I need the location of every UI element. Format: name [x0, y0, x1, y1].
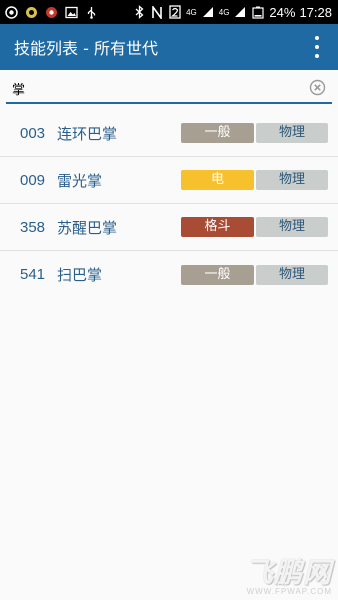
list-item[interactable]: 009 雷光掌 电 物理: [0, 157, 338, 204]
skill-number: 541: [20, 266, 46, 283]
app-icon: [4, 5, 18, 19]
list-item[interactable]: 541 扫巴掌 一般 物理: [0, 251, 338, 298]
status-bar: 4G 4G 24% 17:28: [0, 0, 338, 24]
skill-number: 009: [20, 171, 46, 189]
usb-icon: [84, 5, 98, 19]
battery-icon: [251, 5, 265, 19]
page-title: 技能列表 - 所有世代: [14, 39, 158, 58]
list-item[interactable]: 358 苏醒巴掌 格斗 物理: [0, 204, 338, 251]
system-status: 4G 4G 24% 17:28: [132, 5, 332, 20]
notification-icons: [4, 5, 98, 19]
type-badge: 电: [181, 170, 254, 190]
skill-number: 003: [20, 124, 46, 142]
clock: 17:28: [299, 4, 332, 20]
type-badge: 格斗: [181, 217, 254, 237]
search-underline: [6, 102, 332, 104]
watermark-url: WWW.FPWAP.COM: [246, 587, 332, 596]
nfc-icon: [150, 5, 164, 19]
app-icon: [24, 5, 38, 19]
image-icon: [64, 5, 78, 19]
watermark-logo: 飞鹏网: [244, 556, 332, 589]
skill-name: 扫巴掌: [57, 266, 103, 284]
type-badge: 一般: [181, 123, 254, 143]
skill-name: 雷光掌: [57, 171, 103, 190]
list-item[interactable]: 003 连环巴掌 一般 物理: [0, 110, 338, 157]
skill-name: 连环巴掌: [57, 124, 118, 143]
app-icon: [44, 5, 58, 19]
skill-list: 003 连环巴掌 一般 物理 009 雷光掌 电 物理 358 苏醒巴掌 格斗 …: [0, 110, 338, 298]
sim2-icon: [168, 5, 182, 19]
watermark: 飞鹏网 WWW.FPWAP.COM: [244, 556, 332, 597]
app-bar: 技能列表 - 所有世代: [0, 24, 338, 70]
search-bar: [0, 70, 338, 110]
overflow-menu-icon[interactable]: [308, 34, 326, 60]
category-badge: 物理: [256, 170, 328, 190]
network-type-label: 4G: [218, 7, 230, 17]
clear-icon[interactable]: [309, 79, 326, 96]
battery-percentage: 24%: [269, 4, 296, 20]
category-badge: 物理: [256, 217, 328, 237]
category-badge: 物理: [256, 264, 328, 285]
category-badge: 物理: [256, 123, 328, 143]
signal-icon: [201, 5, 215, 19]
skill-number: 358: [20, 218, 46, 236]
skill-name: 苏醒巴掌: [57, 218, 118, 237]
bluetooth-icon: [132, 5, 146, 19]
network-type-label: 4G: [186, 7, 197, 17]
search-input[interactable]: [6, 76, 296, 100]
signal-icon: [233, 5, 247, 19]
type-badge: 一般: [181, 264, 254, 285]
